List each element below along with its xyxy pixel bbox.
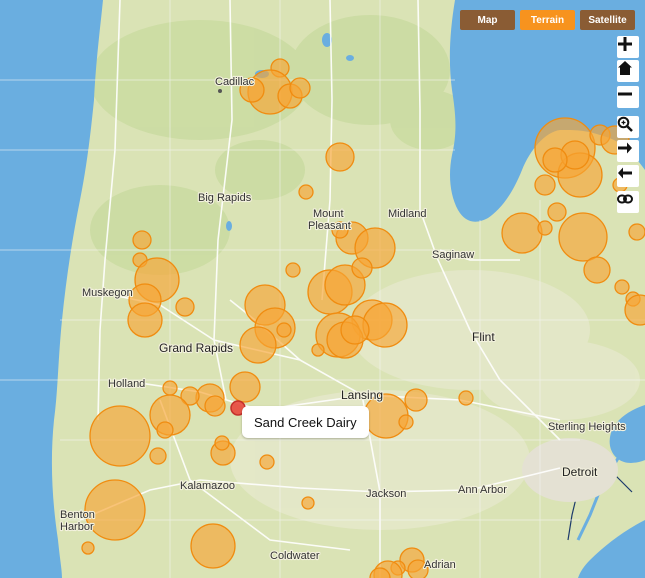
- city-pleasant: Pleasant: [308, 220, 351, 232]
- city-harbor: Harbor: [60, 521, 94, 533]
- site-marker[interactable]: [239, 326, 277, 364]
- site-marker[interactable]: [285, 262, 301, 278]
- city-muskegon: Muskegon: [82, 287, 133, 299]
- city-detroit: Detroit: [562, 465, 598, 479]
- city-benton: Benton: [60, 509, 95, 521]
- map-type-toggle: Map Terrain Satellite: [460, 10, 635, 30]
- map-canvas[interactable]: Cadillac Big Rapids Mount Pleasant Midla…: [0, 0, 645, 578]
- zoom-in-button[interactable]: [617, 36, 639, 58]
- city-ann-arbor: Ann Arbor: [458, 484, 507, 496]
- city-sterling-heights: Sterling Heights: [548, 421, 626, 433]
- marker-tooltip: Sand Creek Dairy: [242, 406, 369, 438]
- arrow-right-icon: [618, 142, 632, 154]
- city-midland: Midland: [388, 208, 427, 220]
- site-marker[interactable]: [534, 174, 556, 196]
- city-holland: Holland: [108, 378, 145, 390]
- plus-icon: [618, 37, 632, 51]
- minus-icon: [618, 92, 632, 96]
- link-button[interactable]: [617, 191, 639, 213]
- city-mount: Mount: [313, 208, 344, 220]
- arrow-left-icon: [618, 167, 632, 179]
- site-marker[interactable]: [325, 142, 355, 172]
- city-dot-cadillac: [218, 89, 222, 93]
- site-marker[interactable]: [276, 322, 292, 338]
- zoom-out-button[interactable]: [617, 86, 639, 108]
- site-marker[interactable]: [214, 435, 230, 451]
- site-marker[interactable]: [175, 297, 195, 317]
- city-kalamazoo: Kalamazoo: [180, 480, 235, 492]
- site-marker[interactable]: [298, 184, 314, 200]
- city-saginaw: Saginaw: [432, 249, 474, 261]
- site-marker[interactable]: [614, 279, 630, 295]
- site-marker[interactable]: [558, 212, 608, 262]
- terrain-mode-button[interactable]: Terrain: [520, 10, 575, 30]
- site-marker[interactable]: [542, 147, 568, 173]
- site-marker[interactable]: [149, 447, 167, 465]
- city-adrian: Adrian: [424, 559, 456, 571]
- site-marker[interactable]: [398, 414, 414, 430]
- city-cadillac: Cadillac: [215, 76, 255, 88]
- city-flint: Flint: [472, 330, 495, 344]
- forward-button[interactable]: [617, 140, 639, 162]
- site-marker[interactable]: [458, 390, 474, 406]
- site-marker[interactable]: [190, 523, 236, 569]
- city-big-rapids: Big Rapids: [198, 192, 252, 204]
- site-marker[interactable]: [311, 343, 325, 357]
- site-marker[interactable]: [583, 256, 611, 284]
- site-marker[interactable]: [229, 371, 261, 403]
- site-marker[interactable]: [351, 257, 373, 279]
- site-marker[interactable]: [404, 388, 428, 412]
- site-marker[interactable]: [81, 541, 95, 555]
- site-marker[interactable]: [259, 454, 275, 470]
- link-icon: [617, 194, 633, 204]
- site-marker[interactable]: [340, 315, 370, 345]
- home-icon: [618, 61, 632, 75]
- city-coldwater: Coldwater: [270, 550, 320, 562]
- site-marker[interactable]: [289, 77, 311, 99]
- site-marker[interactable]: [301, 496, 315, 510]
- site-marker[interactable]: [628, 223, 645, 241]
- site-marker[interactable]: [362, 302, 408, 348]
- tooltip-label: Sand Creek Dairy: [254, 414, 357, 430]
- satellite-mode-button[interactable]: Satellite: [580, 10, 635, 30]
- back-button[interactable]: [617, 165, 639, 187]
- site-marker[interactable]: [89, 405, 151, 467]
- city-lansing: Lansing: [341, 388, 383, 402]
- home-button[interactable]: [617, 60, 639, 82]
- site-marker[interactable]: [156, 421, 174, 439]
- map-layer[interactable]: Cadillac Big Rapids Mount Pleasant Midla…: [0, 0, 645, 578]
- site-marker[interactable]: [501, 212, 543, 254]
- city-grand-rapids: Grand Rapids: [159, 341, 233, 355]
- site-marker[interactable]: [127, 302, 163, 338]
- site-marker[interactable]: [204, 395, 226, 417]
- zoom-search-button[interactable]: [617, 116, 639, 138]
- magnifier-icon: [617, 116, 633, 132]
- site-marker[interactable]: [162, 380, 178, 396]
- site-marker[interactable]: [132, 230, 152, 250]
- map-mode-button[interactable]: Map: [460, 10, 515, 30]
- city-jackson: Jackson: [366, 488, 406, 500]
- site-marker[interactable]: [547, 202, 567, 222]
- site-marker[interactable]: [537, 220, 553, 236]
